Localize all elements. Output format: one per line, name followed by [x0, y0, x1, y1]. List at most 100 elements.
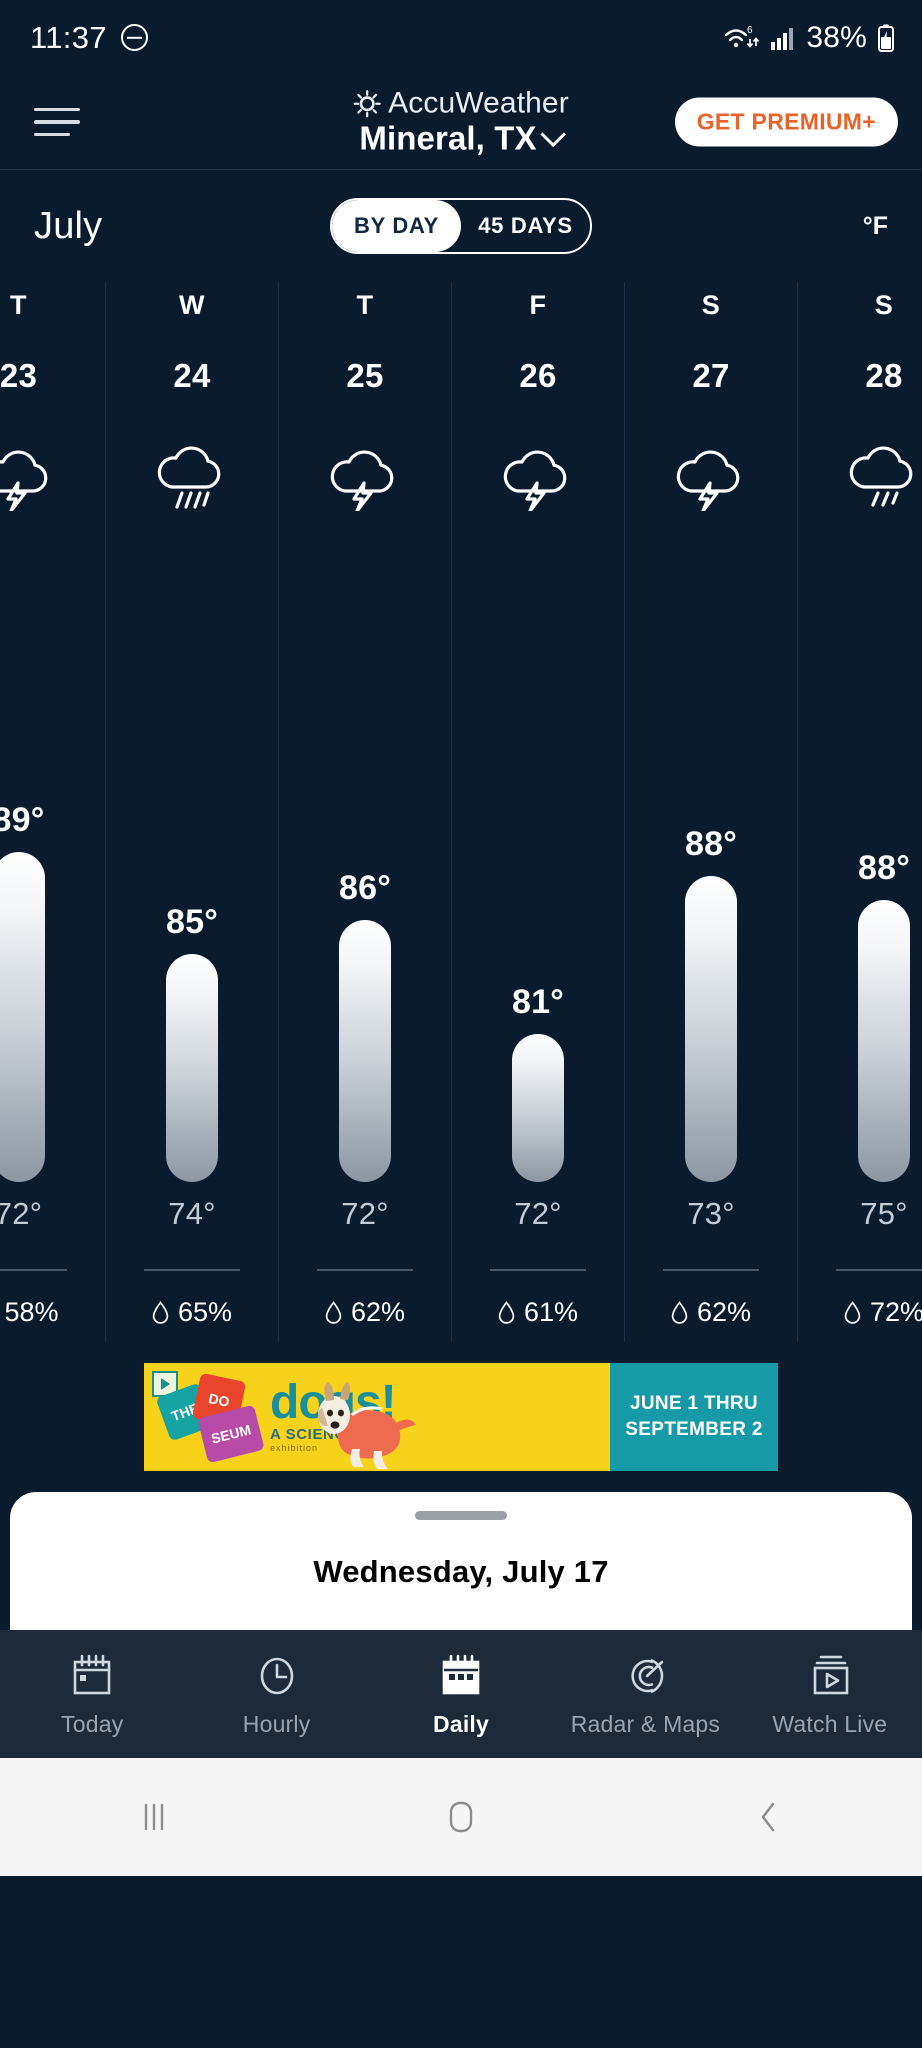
ad-left-panel: THE DO SEUM dogs! A SCIENCE exhibition [144, 1363, 610, 1471]
precipitation-probability: 72% [844, 1297, 922, 1328]
tab-label: Hourly [242, 1710, 311, 1737]
day-of-week: T [356, 290, 374, 320]
ad-date-line-1: JUNE 1 THRU [630, 1393, 758, 1414]
high-temperature: 85° [165, 903, 218, 941]
app-header: AccuWeather Mineral, TX GET PREMIUM+ [0, 75, 922, 170]
hamburger-line [34, 107, 80, 112]
tab-radar-maps[interactable]: Radar & Maps [553, 1651, 737, 1738]
home-icon[interactable] [307, 1795, 614, 1839]
temperature-bar-group: 88° 73° [625, 582, 797, 1232]
tab-watch-live[interactable]: Watch Live [738, 1651, 922, 1738]
precipitation-value: 72% [869, 1297, 922, 1327]
high-temperature: 88° [857, 849, 910, 887]
month-label: July [34, 204, 103, 247]
precipitation-probability: 65% [152, 1297, 232, 1328]
rain-icon [842, 443, 922, 513]
hamburger-line [34, 132, 70, 137]
precipitation-probability: 62% [671, 1297, 751, 1328]
thunderstorm-icon [669, 443, 753, 513]
column-footer: 65% [106, 1269, 278, 1342]
view-mode-toggle[interactable]: BY DAY 45 DAYS [330, 198, 592, 254]
back-icon[interactable] [615, 1796, 922, 1838]
forecast-day-column[interactable]: W 24 85° 74° 65% [105, 282, 278, 1342]
precipitation-probability: 62% [325, 1297, 405, 1328]
low-temperature: 72° [0, 1196, 43, 1231]
temperature-unit-toggle[interactable]: °F [863, 212, 888, 241]
day-number: 27 [692, 357, 730, 394]
low-temperature: 73° [687, 1196, 735, 1231]
bottom-sheet[interactable]: Wednesday, July 17 [10, 1492, 912, 1630]
temperature-bar-group: 85° 74° [106, 582, 278, 1232]
hamburger-menu-icon[interactable] [34, 107, 80, 137]
tab-label: Today [61, 1710, 124, 1737]
column-footer: 62% [625, 1269, 797, 1342]
forecast-day-column[interactable]: S 27 88° 73° 62% [624, 282, 797, 1342]
sun-logo-icon [353, 89, 381, 118]
battery-percent: 38% [806, 20, 867, 54]
advertisement-banner[interactable]: THE DO SEUM dogs! A SCIENCE exhibition [144, 1363, 778, 1471]
divider [317, 1269, 413, 1271]
drag-handle[interactable] [415, 1511, 507, 1520]
day-of-week: S [874, 290, 894, 320]
video-play-icon [807, 1651, 853, 1699]
thunderstorm-icon [0, 443, 61, 513]
tab-45-days[interactable]: 45 DAYS [461, 200, 590, 252]
precipitation-probability: 58% [0, 1297, 58, 1328]
temperature-bar [339, 920, 391, 1182]
forecast-day-column[interactable]: S 28 88° 75° 72% [797, 282, 922, 1342]
high-temperature: 88° [684, 825, 737, 863]
column-footer: 62% [279, 1269, 451, 1342]
divider [0, 1269, 67, 1271]
day-number: 24 [173, 357, 211, 394]
daily-forecast-chart: T 23 89° 72° 58% W 24 85° 74° 65% T 25 8… [0, 282, 922, 1342]
high-temperature: 86° [338, 869, 391, 907]
high-temperature: 81° [511, 983, 564, 1021]
day-number: 26 [519, 357, 557, 394]
status-bar-right: 6 38% [723, 21, 896, 55]
day-of-week: S [701, 290, 721, 320]
rain-icon [150, 443, 234, 513]
tab-daily[interactable]: Daily [369, 1651, 553, 1738]
battery-charging-icon [878, 24, 894, 52]
precipitation-value: 62% [350, 1297, 406, 1327]
status-bar-left: 11:37 [30, 20, 148, 56]
recents-icon[interactable] [0, 1797, 307, 1837]
forecast-day-column[interactable]: T 25 86° 72° 62% [278, 282, 451, 1342]
tab-by-day[interactable]: BY DAY [332, 200, 461, 252]
precipitation-value: 62% [696, 1297, 752, 1327]
temperature-bar [0, 852, 45, 1182]
advertisement-zone: THE DO SEUM dogs! A SCIENCE exhibition [0, 1342, 922, 1492]
temperature-bar [858, 900, 910, 1182]
status-time: 11:37 [30, 19, 107, 55]
clock-icon [254, 1651, 300, 1699]
temperature-bar [166, 954, 218, 1182]
tab-label: Watch Live [772, 1710, 888, 1737]
tab-label: Radar & Maps [570, 1710, 721, 1737]
tab-hourly[interactable]: Hourly [184, 1651, 368, 1738]
day-of-week: T [10, 290, 27, 320]
location-selector[interactable]: Mineral, TX [359, 119, 567, 157]
thunderstorm-icon [323, 443, 407, 513]
bottom-tab-bar: Today Hourly Daily Radar & Maps Watch Li… [0, 1630, 922, 1758]
day-number: 28 [865, 357, 903, 394]
column-footer: 61% [452, 1269, 624, 1342]
svg-text:6: 6 [747, 25, 753, 36]
column-footer: 58% [0, 1269, 105, 1342]
tab-today[interactable]: Today [0, 1651, 184, 1738]
divider [144, 1269, 240, 1271]
location-name: Mineral, TX [359, 119, 537, 157]
precipitation-probability: 61% [498, 1297, 578, 1328]
hamburger-line [34, 120, 80, 124]
water-drop-icon [325, 1301, 342, 1324]
forecast-day-column[interactable]: F 26 81° 72° 61% [451, 282, 624, 1342]
selected-day-title: Wednesday, July 17 [313, 1554, 609, 1589]
do-not-disturb-icon [120, 24, 148, 51]
forecast-day-column[interactable]: T 23 89° 72° 58% [0, 282, 105, 1342]
low-temperature: 72° [514, 1196, 562, 1231]
calendar-today-icon [69, 1651, 115, 1699]
temperature-bar-group: 88° 75° [798, 582, 922, 1232]
get-premium-button[interactable]: GET PREMIUM+ [674, 97, 898, 147]
tab-label: Daily [433, 1710, 489, 1737]
day-number: 23 [0, 357, 38, 394]
temperature-bar-group: 86° 72° [279, 582, 451, 1232]
